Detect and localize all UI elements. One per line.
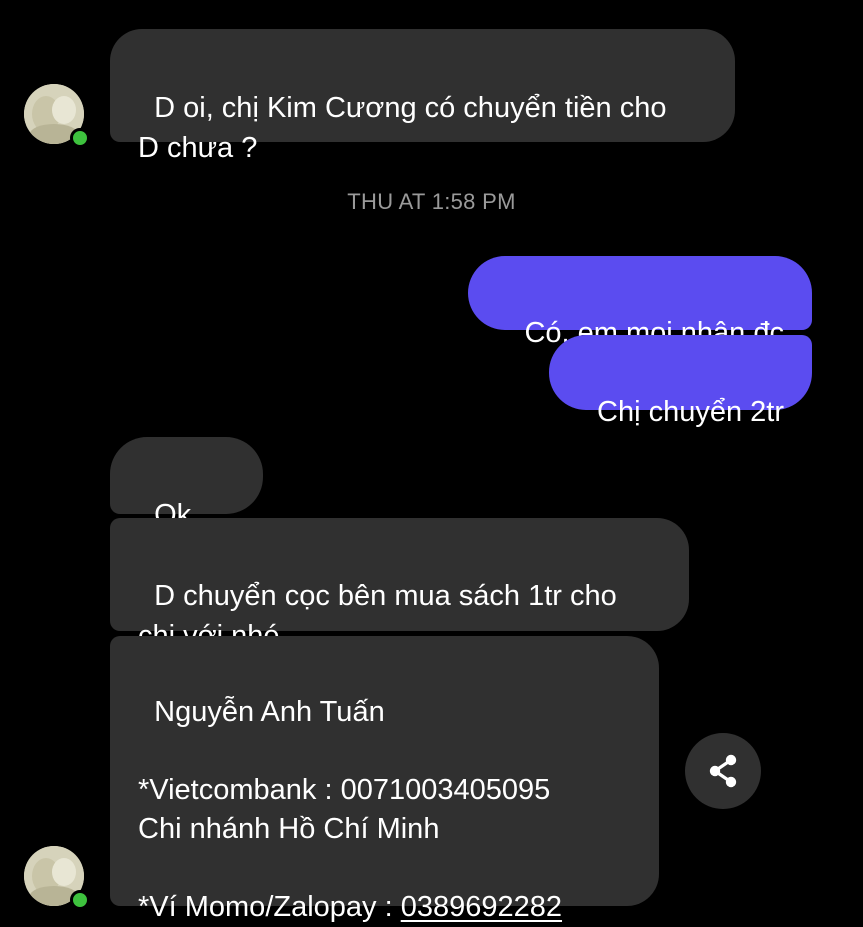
message-bubble[interactable]: D chuyển cọc bên mua sách 1tr cho chị vớ…: [110, 518, 689, 652]
message-text: D oi, chị Kim Cương có chuyển tiền cho D…: [138, 92, 667, 164]
message-bubble[interactable]: D oi, chị Kim Cương có chuyển tiền cho D…: [110, 29, 735, 164]
message-text: Chị chuyển 2tr: [597, 396, 784, 428]
message-bubble[interactable]: Ok nha: [110, 437, 263, 571]
message-bubble[interactable]: Chị chuyển 2tr: [549, 335, 812, 428]
online-status-dot: [70, 890, 90, 910]
avatar[interactable]: [24, 846, 90, 910]
online-status-dot: [70, 128, 90, 148]
message-text: Nguyễn Anh Tuấn *Vietcombank : 007100340…: [138, 696, 551, 923]
message-bubble[interactable]: Nguyễn Anh Tuấn *Vietcombank : 007100340…: [110, 636, 659, 923]
phone-number-link[interactable]: 0389692282: [401, 891, 562, 923]
timestamp: THU AT 1:58 PM: [347, 189, 516, 214]
avatar[interactable]: [24, 84, 90, 148]
message-bubble[interactable]: Có, em moi nhận đc: [468, 256, 812, 349]
share-button[interactable]: [685, 733, 761, 809]
share-icon: [709, 754, 737, 788]
